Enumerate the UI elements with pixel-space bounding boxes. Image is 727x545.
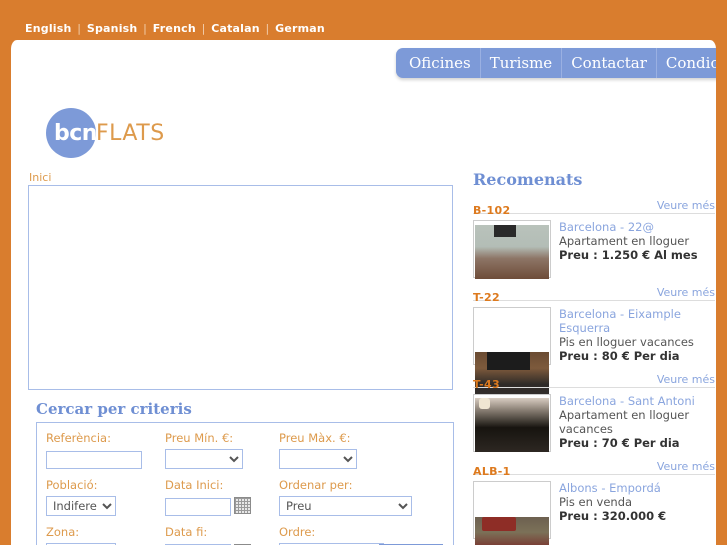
page-container: OficinesTurismeContactarCondicio bcn FLA… bbox=[8, 40, 719, 545]
property-type: Pis en venda bbox=[559, 495, 633, 509]
property-body: Barcelona - Eixample Esquerra Pis en llog… bbox=[473, 307, 715, 406]
top-navigation: OficinesTurismeContactarCondicio bbox=[396, 48, 716, 78]
property-price: Preu : 320.000 € bbox=[559, 509, 667, 523]
property-reference: T-43 bbox=[473, 378, 500, 391]
label-data-fi: Data fi: bbox=[165, 524, 208, 539]
view-more-link[interactable]: Veure més bbox=[657, 286, 715, 299]
logo-bcn-text: bcn bbox=[54, 121, 97, 146]
nav-item-condicio[interactable]: Condicio bbox=[657, 48, 716, 78]
language-link-english[interactable]: English bbox=[25, 22, 72, 35]
sidebar-title: Recomenats bbox=[473, 170, 583, 189]
property-body: Albons - Empordá Pis en venda Preu : 320.0… bbox=[473, 481, 715, 545]
language-bar: English | Spanish | French | Catalan | G… bbox=[0, 0, 727, 40]
label-poblacio: Població: bbox=[46, 477, 98, 492]
preu-max-select[interactable] bbox=[279, 449, 357, 469]
property-thumbnail[interactable] bbox=[473, 307, 551, 406]
terrace-table-photo bbox=[475, 517, 549, 545]
property-header: T-22 Veure més bbox=[473, 286, 715, 304]
language-separator: | bbox=[197, 22, 210, 35]
property-info: Barcelona - 22@ Apartament en lloguer Preu… bbox=[559, 220, 715, 278]
property-price: Preu : 70 € Per dia bbox=[559, 436, 680, 450]
property-location-link[interactable]: Albons - Empordá bbox=[559, 481, 715, 495]
search-column-middle: Preu Mín. €: Data Inici: Data fi: bbox=[165, 431, 275, 545]
property-header: T-43 Veure més bbox=[473, 373, 715, 391]
property-card: T-43 Veure més Barcelona - Sant Antoni Apar… bbox=[473, 373, 715, 453]
field-preu-max: Preu Màx. €: bbox=[279, 431, 449, 469]
property-location-link[interactable]: Barcelona - 22@ bbox=[559, 220, 715, 234]
recommended-sidebar: Recomenats B-102 Veure més Barcelona - 22@… bbox=[473, 170, 715, 545]
apartment-living-room-photo bbox=[475, 224, 549, 279]
search-criteria-form: Referència: Població: Indiferent Zona: I… bbox=[36, 422, 454, 545]
search-section-title: Cercar per criteris bbox=[36, 400, 192, 418]
property-price: Preu : 1.250 € Al mes bbox=[559, 248, 698, 262]
language-link-german[interactable]: German bbox=[275, 22, 325, 35]
field-preu-min: Preu Mín. €: bbox=[165, 431, 275, 469]
label-preu-max: Preu Màx. €: bbox=[279, 431, 351, 445]
property-header: B-102 Veure més bbox=[473, 199, 715, 217]
language-separator: | bbox=[73, 22, 85, 35]
property-reference: T-22 bbox=[473, 291, 500, 304]
property-thumbnail[interactable] bbox=[473, 481, 551, 545]
property-header: ALB-1 Veure més bbox=[473, 460, 715, 478]
property-card: ALB-1 Veure més Albons - Empordá Pis en ven… bbox=[473, 460, 715, 545]
property-info: Albons - Empordá Pis en venda Preu : 320.0… bbox=[559, 481, 715, 539]
referencia-input[interactable] bbox=[46, 450, 142, 469]
field-ordenar-per: Ordenar per: Preu bbox=[279, 478, 449, 516]
data-inici-input[interactable] bbox=[165, 497, 231, 516]
view-more-link[interactable]: Veure més bbox=[657, 373, 715, 386]
property-thumbnail[interactable] bbox=[473, 394, 551, 453]
calendar-icon[interactable] bbox=[234, 497, 251, 514]
field-data-inici: Data Inici: bbox=[165, 478, 275, 516]
field-ordre: Ordre: Ascendent bbox=[279, 525, 449, 545]
label-ordre: Ordre: bbox=[279, 525, 316, 539]
property-location-link[interactable]: Barcelona - Eixample Esquerra bbox=[559, 307, 715, 335]
language-link-spanish[interactable]: Spanish bbox=[87, 22, 138, 35]
property-reference: B-102 bbox=[473, 204, 511, 217]
property-body: Barcelona - Sant Antoni Apartament en llo… bbox=[473, 394, 715, 453]
label-zona: Zona: bbox=[46, 524, 80, 539]
poblacio-select[interactable]: Indiferent bbox=[46, 495, 116, 516]
label-preu-min: Preu Mín. €: bbox=[165, 431, 234, 445]
view-more-link[interactable]: Veure més bbox=[657, 460, 715, 473]
label-ordenar-per: Ordenar per: bbox=[279, 478, 353, 492]
field-zona: Zona: Indiferent bbox=[46, 525, 164, 545]
recommended-list: B-102 Veure més Barcelona - 22@ Apartament … bbox=[473, 199, 715, 545]
property-info: Barcelona - Sant Antoni Apartament en llo… bbox=[559, 394, 715, 452]
label-data-inici: Data Inici: bbox=[165, 478, 224, 492]
property-location-link[interactable]: Barcelona - Sant Antoni bbox=[559, 394, 715, 408]
field-data-fi: Data fi: bbox=[165, 525, 275, 545]
property-price: Preu : 80 € Per dia bbox=[559, 349, 680, 363]
property-info: Barcelona - Eixample Esquerra Pis en llog… bbox=[559, 307, 715, 365]
property-card: B-102 Veure més Barcelona - 22@ Apartament … bbox=[473, 199, 715, 279]
logo-flats-text: FLATS bbox=[96, 121, 165, 146]
search-column-left: Referència: Població: Indiferent Zona: I… bbox=[46, 431, 164, 545]
nav-item-contactar[interactable]: Contactar bbox=[562, 48, 657, 78]
property-thumbnail[interactable] bbox=[473, 220, 551, 279]
results-panel bbox=[28, 185, 453, 390]
apartment-sofa-photo bbox=[475, 398, 549, 453]
property-type: Apartament en lloguer bbox=[559, 234, 690, 248]
ordenar-per-select[interactable]: Preu bbox=[279, 496, 412, 516]
nav-item-turisme[interactable]: Turisme bbox=[481, 48, 563, 78]
property-type: Pis en lloguer vacances bbox=[559, 335, 694, 349]
breadcrumb[interactable]: Inici bbox=[29, 171, 51, 184]
label-referencia: Referència: bbox=[46, 431, 111, 445]
property-type: Apartament en lloguer vacances bbox=[559, 408, 690, 436]
search-column-right: Preu Màx. €: Ordenar per: Preu Ordre: As… bbox=[279, 431, 449, 545]
view-more-link[interactable]: Veure més bbox=[657, 199, 715, 212]
language-link-catalan[interactable]: Catalan bbox=[211, 22, 260, 35]
page-root: English | Spanish | French | Catalan | G… bbox=[0, 0, 727, 545]
language-separator: | bbox=[261, 22, 274, 35]
language-link-french[interactable]: French bbox=[153, 22, 196, 35]
language-separator: | bbox=[139, 22, 151, 35]
property-card: T-22 Veure més Barcelona - Eixample Esquer… bbox=[473, 286, 715, 406]
property-reference: ALB-1 bbox=[473, 465, 511, 478]
field-referencia: Referència: bbox=[46, 431, 164, 469]
preu-min-select[interactable] bbox=[165, 449, 243, 469]
property-body: Barcelona - 22@ Apartament en lloguer Preu… bbox=[473, 220, 715, 279]
field-poblacio: Població: Indiferent bbox=[46, 478, 164, 516]
nav-item-oficines[interactable]: Oficines bbox=[400, 48, 481, 78]
language-links: English | Spanish | French | Catalan | G… bbox=[25, 22, 325, 35]
